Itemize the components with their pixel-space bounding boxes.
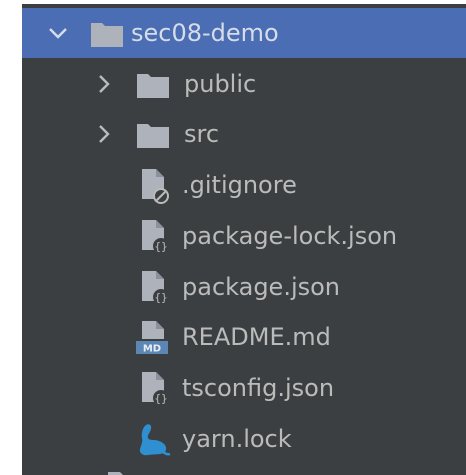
tree-row-root[interactable]: sec08-demo (22, 8, 466, 58)
tree-row-yarn-lock[interactable]: yarn.lock (22, 414, 466, 464)
json-file-icon: {} (142, 372, 169, 406)
svg-text:{}: {} (154, 240, 167, 253)
svg-text:{}: {} (154, 392, 167, 405)
svg-text:{}: {} (154, 291, 167, 304)
tree-row-tsconfig-json[interactable]: {} tsconfig.json (22, 363, 466, 413)
markdown-file-icon: MD (136, 321, 168, 355)
tree-label-readme: README.md (182, 323, 331, 351)
tree-row-package-json[interactable]: {} package.json (22, 262, 466, 312)
tree-label-tsconfig-json: tsconfig.json (182, 374, 335, 402)
svg-text:MD: MD (143, 344, 161, 355)
tree-row-readme[interactable]: MD README.md (22, 312, 466, 362)
tree-row-public[interactable]: public (22, 59, 466, 109)
yarn-icon (139, 424, 171, 456)
tree-label-package-lock-json: package-lock.json (182, 222, 398, 250)
tree-label-yarn-lock: yarn.lock (182, 425, 292, 453)
tree-label-public: public (184, 70, 257, 98)
file-icon (108, 472, 123, 475)
project-tree-panel: sec08-demo public src .gitignore {} pack… (22, 4, 466, 475)
folder-icon (91, 23, 123, 47)
json-file-icon: {} (142, 271, 169, 305)
tree-row-src[interactable]: src (22, 109, 466, 159)
tree-label-root: sec08-demo (131, 19, 279, 47)
chevron-right-icon[interactable] (90, 109, 118, 159)
chevron-down-icon[interactable] (44, 8, 72, 58)
tree-label-package-json: package.json (182, 273, 341, 301)
tree-row-package-lock-json[interactable]: {} package-lock.json (22, 211, 466, 261)
tree-label-gitignore: .gitignore (182, 171, 297, 199)
folder-icon (137, 74, 169, 98)
chevron-right-icon[interactable] (90, 59, 118, 109)
tree-label-src: src (184, 120, 220, 148)
folder-icon (137, 124, 169, 148)
json-file-icon: {} (142, 220, 169, 254)
gitignore-file-icon (142, 169, 169, 204)
tree-row-gitignore[interactable]: .gitignore (22, 160, 466, 210)
